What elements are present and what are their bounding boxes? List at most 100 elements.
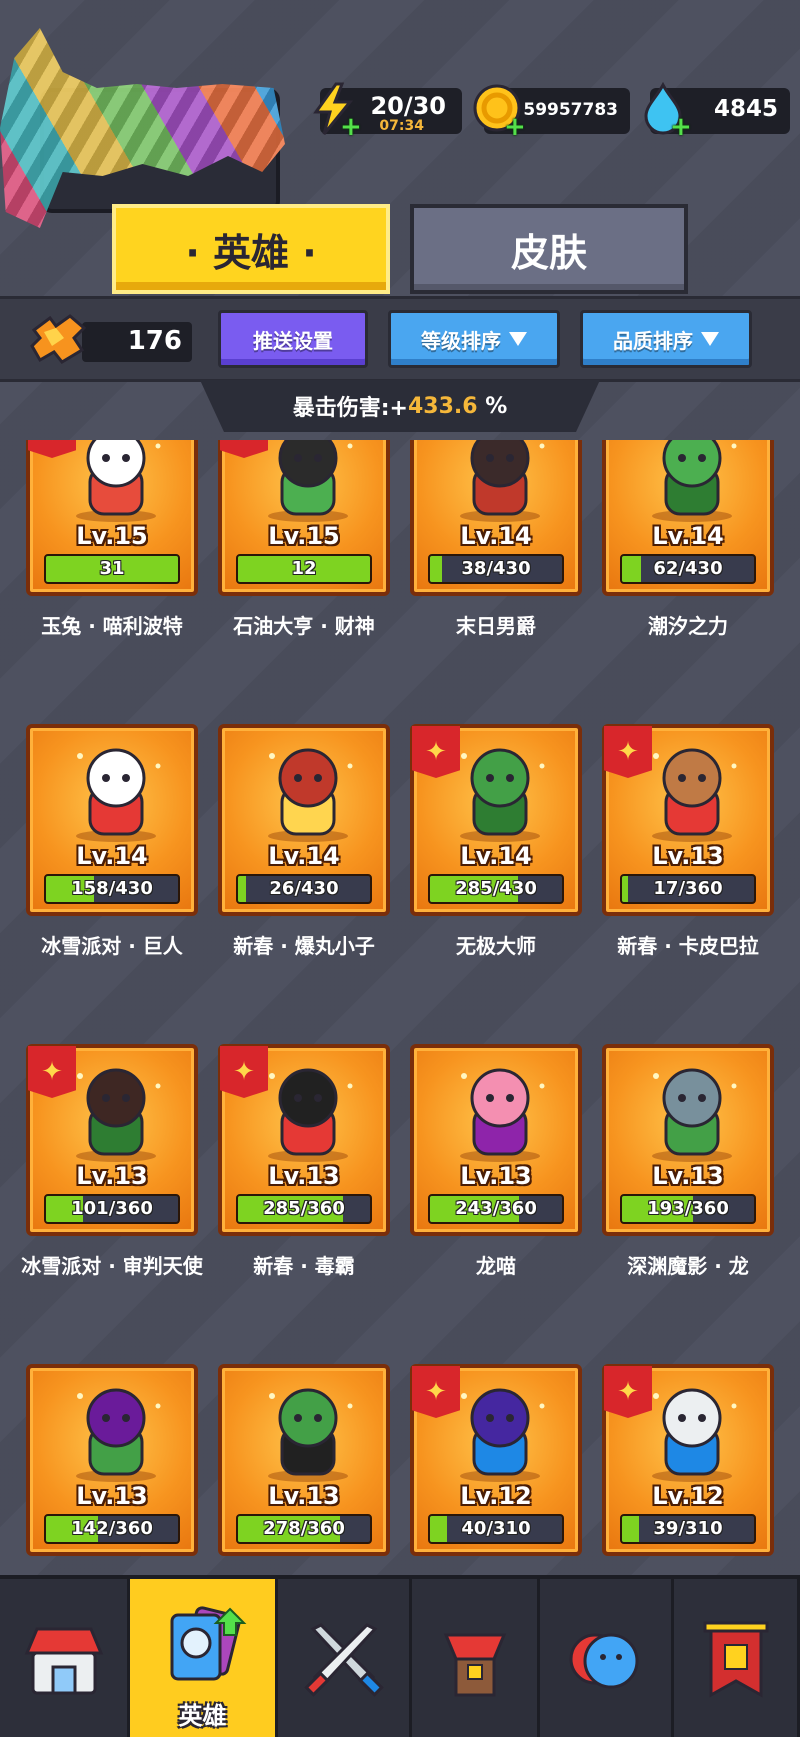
chevron-down-icon bbox=[509, 332, 527, 346]
hero-name: 新春 · 卡皮巴拉 bbox=[617, 934, 759, 958]
hero-level: Lv.14 bbox=[76, 842, 148, 870]
hero-level: Lv.15 bbox=[268, 522, 340, 550]
hero-progress-bar: 31 bbox=[44, 554, 180, 584]
progress-text: 243/360 bbox=[455, 1198, 537, 1219]
sort-by-quality-button[interactable]: 品质排序 bbox=[580, 310, 752, 368]
hero-name: 末日男爵 bbox=[456, 614, 536, 638]
hero-card[interactable]: Lv.14 38/430 bbox=[410, 440, 582, 596]
abyss-dragon-hero-icon bbox=[652, 1068, 737, 1162]
dragon-cat-hero-icon bbox=[460, 1068, 545, 1162]
nav-label: 英雄 bbox=[178, 1702, 227, 1730]
nav-item[interactable] bbox=[278, 1579, 412, 1737]
gold-counter[interactable]: + 59957783 bbox=[473, 84, 630, 140]
battle-swords-icon bbox=[303, 1623, 384, 1697]
hero-level: Lv.13 bbox=[268, 1482, 340, 1510]
nav-item[interactable] bbox=[674, 1579, 800, 1737]
hero-level: Lv.15 bbox=[76, 522, 148, 550]
hero-card[interactable]: Lv.13 193/360 bbox=[602, 1044, 774, 1236]
energy-counter[interactable]: + 20/30 07:34 bbox=[313, 82, 462, 140]
sort-by-level-button[interactable]: 等级排序 bbox=[388, 310, 560, 368]
hero-name: 龙喵 bbox=[476, 1254, 516, 1278]
hero-name: 深渊魔影 · 龙 bbox=[627, 1254, 749, 1278]
nav-item[interactable] bbox=[540, 1579, 674, 1737]
progress-text: 62/430 bbox=[653, 558, 723, 579]
white-knight-hero-icon bbox=[652, 1388, 737, 1482]
hero-progress-bar: 38/430 bbox=[428, 554, 564, 584]
progress-text: 285/430 bbox=[455, 878, 537, 899]
goblin-shaman-hero-icon bbox=[76, 1388, 161, 1482]
progress-text: 40/310 bbox=[461, 1518, 531, 1539]
oil-tycoon-hero-icon bbox=[268, 440, 353, 522]
progress-text: 39/310 bbox=[653, 1518, 723, 1539]
add-gem-icon[interactable]: + bbox=[670, 114, 692, 140]
energy-value: 20/30 bbox=[370, 92, 446, 120]
player-avatar[interactable] bbox=[0, 28, 290, 228]
hero-name: 玉兔 · 喵利波特 bbox=[41, 614, 183, 638]
hero-card[interactable]: ✦ Lv.13 17/360 bbox=[602, 724, 774, 916]
progress-text: 31 bbox=[99, 558, 125, 579]
add-energy-icon[interactable]: + bbox=[340, 114, 362, 140]
hero-card[interactable]: ✦ Lv.14 285/430 bbox=[410, 724, 582, 916]
hero-card[interactable]: Lv.14 158/430 bbox=[26, 724, 198, 916]
hero-progress-bar: 285/430 bbox=[428, 874, 564, 904]
hero-progress-bar: 101/360 bbox=[44, 1194, 180, 1224]
hero-progress-bar: 39/310 bbox=[620, 1514, 756, 1544]
nav-item[interactable] bbox=[412, 1579, 540, 1737]
hero-level: Lv.13 bbox=[652, 1162, 724, 1190]
hero-name: 新春 · 爆丸小子 bbox=[233, 934, 375, 958]
hero-level: Lv.12 bbox=[652, 1482, 724, 1510]
judgment-angel-hero-icon bbox=[76, 1068, 161, 1162]
crit-label: 暴击伤害:+ bbox=[292, 396, 408, 421]
frog-magician-hero-icon bbox=[268, 1388, 353, 1482]
chevron-down-icon bbox=[701, 332, 719, 346]
snow-giant-hero-icon bbox=[76, 748, 161, 842]
shop-icon bbox=[24, 1627, 103, 1695]
orc-master-hero-icon bbox=[460, 748, 545, 842]
crit-unit: % bbox=[485, 393, 508, 419]
hero-progress-bar: 40/310 bbox=[428, 1514, 564, 1544]
hero-progress-bar: 285/360 bbox=[236, 1194, 372, 1224]
hero-name: 潮汐之力 bbox=[648, 614, 728, 638]
hero-card[interactable]: Lv.14 26/430 bbox=[218, 724, 390, 916]
hero-level: Lv.13 bbox=[460, 1162, 532, 1190]
hero-name: 石油大亨 · 财神 bbox=[233, 614, 375, 638]
sort-quality-label: 品质排序 bbox=[613, 328, 693, 353]
tab-heroes[interactable]: · 英雄 · bbox=[112, 204, 390, 294]
gem-counter[interactable]: + 4845 bbox=[644, 82, 790, 140]
hero-progress-bar: 193/360 bbox=[620, 1194, 756, 1224]
crit-damage-bar: 暴击伤害:+ 433.6 % bbox=[200, 380, 600, 432]
dark-sorceress-hero-icon bbox=[460, 1388, 545, 1482]
hero-progress-bar: 17/360 bbox=[620, 874, 756, 904]
hero-card[interactable]: ✦ Lv.12 39/310 bbox=[602, 1364, 774, 1556]
hero-progress-bar: 278/360 bbox=[236, 1514, 372, 1544]
crit-value: 433.6 bbox=[407, 393, 478, 419]
poison-blob-hero-icon bbox=[268, 1068, 353, 1162]
hero-card[interactable]: Lv.13 278/360 bbox=[218, 1364, 390, 1556]
hero-progress-bar: 26/430 bbox=[236, 874, 372, 904]
progress-text: 193/360 bbox=[647, 1198, 729, 1219]
nav-item[interactable] bbox=[0, 1579, 130, 1737]
push-settings-button[interactable]: 推送设置 bbox=[218, 310, 368, 368]
energy-timer: 07:34 bbox=[379, 118, 424, 134]
hero-card[interactable]: ✦ Lv.13 285/360 bbox=[218, 1044, 390, 1236]
hero-card[interactable]: ✦Lv.1531 bbox=[26, 440, 198, 596]
hero-card[interactable]: Lv.13 142/360 bbox=[26, 1364, 198, 1556]
bottom-nav: 英雄 bbox=[0, 1575, 800, 1737]
hero-name: 冰雪派对 · 审判天使 bbox=[21, 1254, 203, 1278]
hero-card[interactable]: ✦Lv.1512 bbox=[218, 440, 390, 596]
hero-cards-icon bbox=[170, 1606, 246, 1681]
hero-name: 新春 · 毒霸 bbox=[253, 1254, 355, 1278]
doom-baron-hero-icon bbox=[460, 440, 545, 522]
hero-level: Lv.13 bbox=[76, 1162, 148, 1190]
hero-level: Lv.14 bbox=[268, 842, 340, 870]
hero-name: 无极大师 bbox=[456, 934, 536, 958]
nav-item[interactable]: 英雄 bbox=[130, 1579, 278, 1737]
tab-skins[interactable]: 皮肤 bbox=[410, 204, 688, 294]
hero-name: 冰雪派对 · 巨人 bbox=[41, 934, 183, 958]
hero-card[interactable]: Lv.13 243/360 bbox=[410, 1044, 582, 1236]
hero-grid: ✦Lv.1531玉兔 · 喵利波特✦Lv.1512石油大亨 · 财神Lv.143… bbox=[0, 440, 800, 1575]
hero-card[interactable]: Lv.14 62/430 bbox=[602, 440, 774, 596]
gem-value: 4845 bbox=[713, 96, 778, 122]
hero-card[interactable]: ✦ Lv.12 40/310 bbox=[410, 1364, 582, 1556]
hero-card[interactable]: ✦ Lv.13 101/360 bbox=[26, 1044, 198, 1236]
